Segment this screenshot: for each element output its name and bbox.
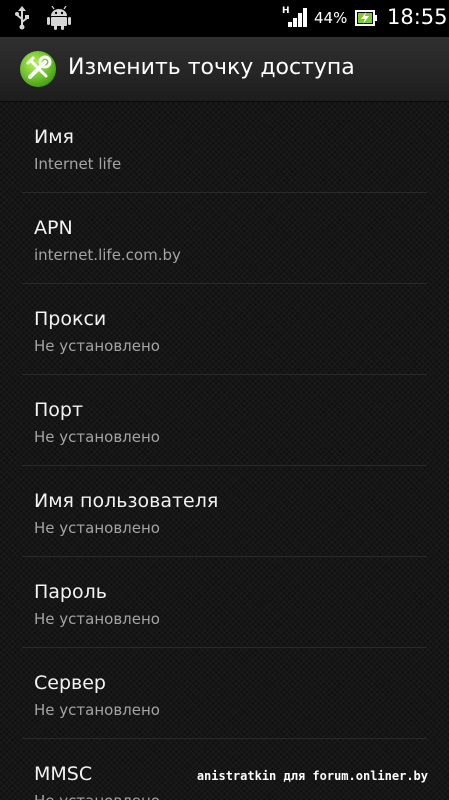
setting-username[interactable]: Имя пользователя Не установлено — [22, 466, 427, 557]
page-title: Изменить точку доступа — [68, 55, 355, 80]
setting-label: MMSC — [34, 763, 93, 785]
android-debug-icon — [46, 5, 72, 34]
setting-label: Пароль — [34, 581, 107, 603]
setting-value: Не установлено — [34, 519, 160, 537]
apn-settings-list: Имя Internet life APN internet.life.com.… — [0, 102, 449, 800]
signal-icon: H — [282, 5, 310, 33]
setting-value: Не установлено — [34, 701, 160, 719]
action-bar: Изменить точку доступа — [0, 37, 449, 102]
setting-value: internet.life.com.by — [34, 246, 181, 264]
setting-password[interactable]: Пароль Не установлено — [22, 557, 427, 648]
setting-label: APN — [34, 217, 73, 239]
usb-icon — [15, 6, 29, 34]
setting-server[interactable]: Сервер Не установлено — [22, 648, 427, 739]
setting-label: Сервер — [34, 672, 106, 694]
setting-apn[interactable]: APN internet.life.com.by — [22, 193, 427, 284]
setting-value: Internet life — [34, 155, 122, 173]
setting-value: Не установлено — [34, 337, 160, 355]
setting-port[interactable]: Порт Не установлено — [22, 375, 427, 466]
setting-value: Не установлено — [34, 610, 160, 628]
battery-charging-icon — [355, 9, 377, 31]
setting-proxy[interactable]: Прокси Не установлено — [22, 284, 427, 375]
setting-name[interactable]: Имя Internet life — [22, 102, 427, 193]
settings-tools-icon[interactable] — [19, 50, 57, 92]
status-clock: 18:55 — [387, 5, 448, 29]
network-type: H — [282, 6, 290, 16]
watermark: anistratkin для forum.onliner.by — [196, 769, 428, 783]
setting-label: Имя — [34, 126, 74, 148]
status-bar[interactable]: H 44% 18:55 — [0, 0, 449, 37]
setting-label: Имя пользователя — [34, 490, 219, 512]
battery-percent: 44% — [314, 9, 348, 27]
setting-value: Не установлено — [34, 792, 160, 800]
setting-label: Прокси — [34, 308, 107, 330]
setting-value: Не установлено — [34, 428, 160, 446]
setting-label: Порт — [34, 399, 84, 421]
